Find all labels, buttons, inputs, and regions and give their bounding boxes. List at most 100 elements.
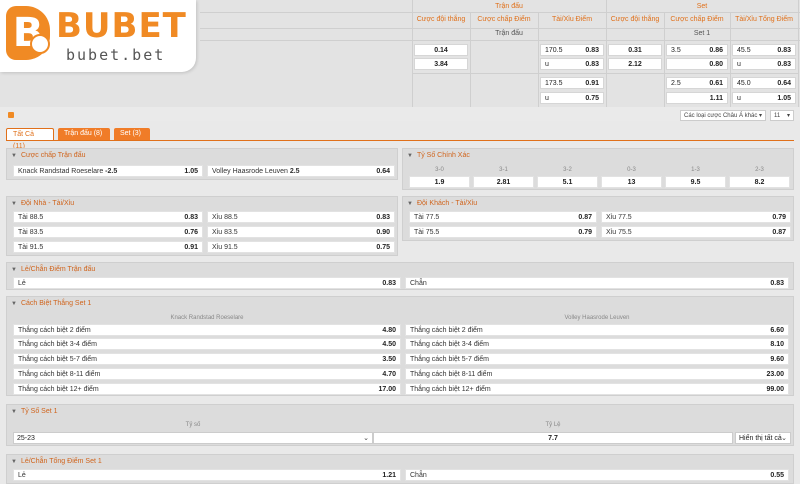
chevron-down-icon: ⌄ <box>363 435 369 442</box>
score-label: 3-0 <box>435 167 444 173</box>
margin-panel: ▼ Cách Biệt Thắng Set 1 Knack Randstad Ro… <box>6 296 794 396</box>
panel-title[interactable]: ▼ Cược chấp Trận đấu <box>11 152 85 159</box>
score-label: 0-3 <box>627 167 636 173</box>
away-team-header: Volley Haasrode Leuven <box>564 315 630 321</box>
panel-title[interactable]: ▼ Tỷ Số Chính Xác <box>407 152 470 159</box>
sublabel-match: Trận đấu <box>495 30 523 37</box>
chevron-down-icon: ▼ <box>11 153 17 159</box>
odds-cell[interactable]: 3.84 <box>414 58 468 70</box>
home-ou-over[interactable]: Tài 91.5 0.91 <box>13 241 203 253</box>
col-header-hc: Cược chấp Điểm <box>477 16 531 23</box>
odds-cell[interactable]: 45.5 0.83 <box>732 44 796 56</box>
home-ou-over[interactable]: Tài 88.5 0.83 <box>13 211 203 223</box>
odds-cell[interactable]: 45.0 0.64 <box>732 77 796 89</box>
handicap-home[interactable]: Knack Randstad Roeselare -2.5 1.05 <box>13 165 203 177</box>
odds-cell[interactable]: u 0.83 <box>732 58 796 70</box>
margin-away-row[interactable]: Thắng cách biệt 2 điểm 6.60 <box>405 324 789 336</box>
away-ou-under[interactable]: Xỉu 75.5 0.87 <box>601 226 791 238</box>
count-select[interactable]: 11 ▾ <box>770 110 794 121</box>
panel-title[interactable]: ▼ Cách Biệt Thắng Set 1 <box>11 300 91 307</box>
tab-all[interactable]: Tất Cả (11) <box>6 128 54 150</box>
handicap-panel: ▼ Cược chấp Trận đấu Knack Randstad Roese… <box>6 148 398 180</box>
col-header-set-hc: Cược chấp Điểm <box>670 16 724 23</box>
odds-cell[interactable]: u 0.83 <box>540 58 604 70</box>
margin-home-row[interactable]: Thắng cách biệt 2 điểm 4.80 <box>13 324 401 336</box>
tab-set[interactable]: Set (3) <box>114 128 150 140</box>
set-score-odd[interactable]: 7.7 <box>373 432 733 444</box>
col-header-set-ou: Tài/Xỉu Tổng Điểm <box>735 16 793 23</box>
odds-cell[interactable]: u 1.05 <box>732 92 796 104</box>
odds-cell[interactable]: 1.11 <box>666 92 728 104</box>
score-odd[interactable]: 8.2 <box>729 176 790 188</box>
score-label: 2-3 <box>755 167 764 173</box>
odds-cell[interactable]: 2.5 0.61 <box>666 77 728 89</box>
chevron-down-icon: ▼ <box>407 153 413 159</box>
away-ou-under[interactable]: Xỉu 77.5 0.79 <box>601 211 791 223</box>
score-col-header: Tỷ số <box>185 422 201 428</box>
tab-match[interactable]: Trận đấu (8) <box>58 128 110 140</box>
chevron-down-icon: ▼ <box>11 201 17 207</box>
score-odd[interactable]: 1.9 <box>409 176 470 188</box>
panel-title[interactable]: ▼ Lẻ/Chẵn Tổng Điểm Set 1 <box>11 458 102 465</box>
home-ou-under[interactable]: Xỉu 91.5 0.75 <box>207 241 395 253</box>
even-row[interactable]: Chẵn 0.83 <box>405 277 789 289</box>
col-header-set-ml: Cược đội thắng <box>610 16 660 23</box>
set-even-row[interactable]: Chẵn 0.55 <box>405 469 789 481</box>
show-all-select[interactable]: Hiển thị tất cả ⌄ <box>735 432 791 444</box>
group-header-set: Set <box>696 3 708 10</box>
correct-score-panel: ▼ Tỷ Số Chính Xác 3-0 3-1 3-2 0-3 1-3 2-3… <box>402 148 794 190</box>
logo-text: BUBET <box>56 6 187 46</box>
home-team-header: Knack Randstad Roeselare <box>170 315 244 321</box>
score-odd[interactable]: 5.1 <box>537 176 598 188</box>
odds-cell[interactable]: 170.5 0.83 <box>540 44 604 56</box>
ball-icon <box>30 34 50 54</box>
odds-cell[interactable]: u 0.75 <box>540 92 604 104</box>
panel-title[interactable]: ▼ Đội Khách - Tài/Xỉu <box>407 200 477 207</box>
handicap-away[interactable]: Volley Haasrode Leuven 2.5 0.64 <box>207 165 395 177</box>
margin-home-row[interactable]: Thắng cách biệt 12+ điểm 17.00 <box>13 383 401 395</box>
odds-cell[interactable]: 3.5 0.86 <box>666 44 728 56</box>
chevron-down-icon: ▼ <box>11 267 17 273</box>
margin-home-row[interactable]: Thắng cách biệt 3-4 điểm 4.50 <box>13 338 401 350</box>
odd-row[interactable]: Lẻ 0.83 <box>13 277 401 289</box>
panel-title[interactable]: ▼ Đội Nhà - Tài/Xỉu <box>11 200 74 207</box>
home-ou-under[interactable]: Xỉu 88.5 0.83 <box>207 211 395 223</box>
set-score-panel: ▼ Tỷ Số Set 1 Tỷ số Tỷ Lệ 25-23 ⌄ 7.7 Hiển… <box>6 404 794 446</box>
odds-cell[interactable]: 0.80 <box>666 58 728 70</box>
home-ou-panel: ▼ Đội Nhà - Tài/Xỉu Tài 88.5 0.83 Xỉu 88.5… <box>6 196 398 256</box>
score-odd[interactable]: 13 <box>601 176 662 188</box>
col-header-ou: Tài/Xỉu Điểm <box>551 16 593 23</box>
odds-cell[interactable]: 0.14 <box>414 44 468 56</box>
away-ou-over[interactable]: Tài 75.5 0.79 <box>409 226 597 238</box>
panel-title[interactable]: ▼ Lẻ/Chẵn Điểm Trận đấu <box>11 266 95 273</box>
set-odd-row[interactable]: Lẻ 1.21 <box>13 469 401 481</box>
margin-home-row[interactable]: Thắng cách biệt 5-7 điểm 3.50 <box>13 353 401 365</box>
margin-away-row[interactable]: Thắng cách biệt 12+ điểm 99.00 <box>405 383 789 395</box>
odds-cell[interactable]: 2.12 <box>608 58 662 70</box>
collapse-icon[interactable] <box>8 112 14 118</box>
score-label: 3-2 <box>563 167 572 173</box>
set-score-select[interactable]: 25-23 ⌄ <box>13 432 373 444</box>
home-ou-under[interactable]: Xỉu 83.5 0.90 <box>207 226 395 238</box>
margin-away-row[interactable]: Thắng cách biệt 3-4 điểm 8.10 <box>405 338 789 350</box>
margin-away-row[interactable]: Thắng cách biệt 8-11 điểm 23.00 <box>405 368 789 380</box>
score-label: 3-1 <box>499 167 508 173</box>
away-ou-panel: ▼ Đội Khách - Tài/Xỉu Tài 77.5 0.87 Xỉu 77… <box>402 196 794 241</box>
score-odd[interactable]: 2.81 <box>473 176 534 188</box>
away-ou-over[interactable]: Tài 77.5 0.87 <box>409 211 597 223</box>
tab-underline <box>6 140 794 141</box>
ratio-col-header: Tỷ Lệ <box>545 422 561 428</box>
panel-title[interactable]: ▼ Tỷ Số Set 1 <box>11 408 58 415</box>
score-odd[interactable]: 9.5 <box>665 176 726 188</box>
sublabel-set1: Set 1 <box>693 30 711 37</box>
margin-home-row[interactable]: Thắng cách biệt 8-11 điểm 4.70 <box>13 368 401 380</box>
col-header-ml: Cược đội thắng <box>416 16 466 23</box>
brand-logo[interactable]: B BUBET bubet.bet <box>0 0 196 72</box>
home-ou-over[interactable]: Tài 83.5 0.76 <box>13 226 203 238</box>
margin-away-row[interactable]: Thắng cách biệt 5-7 điểm 9.60 <box>405 353 789 365</box>
chevron-down-icon: ▼ <box>11 301 17 307</box>
odds-cell[interactable]: 173.5 0.91 <box>540 77 604 89</box>
chevron-down-icon: ▼ <box>11 459 17 465</box>
odds-cell[interactable]: 0.31 <box>608 44 662 56</box>
market-filter-select[interactable]: Các loại cược Châu Á khác ▾ <box>680 110 766 121</box>
